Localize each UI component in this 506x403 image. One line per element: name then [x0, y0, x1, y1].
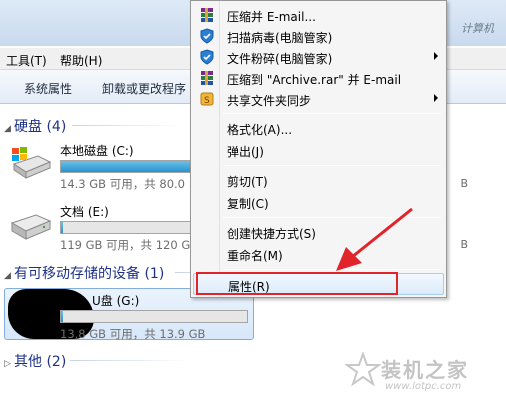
shield-icon [200, 49, 214, 65]
menu-item-format[interactable]: 格式化(A)... [191, 117, 446, 139]
hard-drive-icon [10, 214, 52, 240]
winrar-icon [201, 71, 213, 85]
expand-arrow-icon[interactable]: ▷ [4, 359, 14, 369]
star-logo-icon [345, 352, 381, 387]
uninstall-program-button[interactable]: 卸载或更改程序 [102, 80, 186, 97]
menu-separator [223, 165, 441, 166]
menu-item-scan-virus[interactable]: 扫描病毒(电脑管家) [191, 25, 446, 47]
menu-item-eject[interactable]: 弹出(J) [191, 139, 446, 161]
menu-item-cut[interactable]: 剪切(T) [191, 169, 446, 191]
watermark-title: 装机之家 [381, 358, 469, 382]
system-properties-button[interactable]: 系统属性 [24, 80, 72, 97]
sync-icon: S [200, 92, 214, 106]
window-title-text: 计算机 [461, 22, 494, 35]
watermark-url: www.lotpc.com [385, 381, 462, 392]
hard-drive-windows-icon [12, 147, 52, 179]
drive-usage-bar [60, 310, 248, 323]
group-divider [70, 360, 190, 361]
drive-name: U盘 (G:) [92, 294, 140, 308]
shield-icon [200, 28, 214, 44]
menu-item-compress-email[interactable]: 压缩并 E-mail... [191, 4, 446, 26]
drive-g[interactable]: U盘 (G:) 13.8 GB 可用，共 13.9 GB [0, 292, 260, 341]
drive-name: 本地磁盘 (C:) [60, 144, 134, 158]
drive-space-info: 119 GB 可用，共 120 G [60, 238, 191, 252]
submenu-arrow-icon [434, 52, 438, 60]
watermark: 装机之家 www.lotpc.com [343, 348, 503, 400]
menu-separator [223, 113, 441, 114]
menu-item-shared-folder-sync[interactable]: S 共享文件夹同步 [191, 88, 446, 110]
drive-space-info: 14.3 GB 可用，共 80.0 [60, 177, 185, 191]
svg-text:S: S [204, 96, 210, 106]
menu-help[interactable]: 帮助(H) [60, 52, 102, 69]
group-header-removable[interactable]: ◢ 有可移动存储的设备 (1) [4, 263, 164, 283]
pointer-arrow-icon [336, 207, 413, 271]
menu-tools[interactable]: 工具(T) [6, 52, 47, 69]
group-header-other[interactable]: ▷ 其他 (2) [4, 351, 66, 371]
drive-name: 文档 (E:) [60, 205, 109, 219]
menu-item-file-shred[interactable]: 文件粉碎(电脑管家) [191, 46, 446, 68]
drive-space-info-tail: B [460, 177, 468, 190]
drive-space-info-tail: B [460, 238, 468, 251]
collapse-arrow-icon[interactable]: ◢ [4, 271, 14, 281]
drive-space-info: 13.8 GB 可用，共 13.9 GB [60, 327, 206, 341]
highlight-box [196, 272, 398, 295]
menu-item-compress-to-archive[interactable]: 压缩到 "Archive.rar" 并 E-mail [191, 67, 446, 89]
submenu-arrow-icon [434, 94, 438, 102]
group-header-harddisk[interactable]: ◢ 硬盘 (4) [4, 116, 66, 136]
collapse-arrow-icon[interactable]: ◢ [4, 124, 14, 134]
winrar-icon [201, 8, 213, 22]
group-divider [72, 125, 182, 126]
